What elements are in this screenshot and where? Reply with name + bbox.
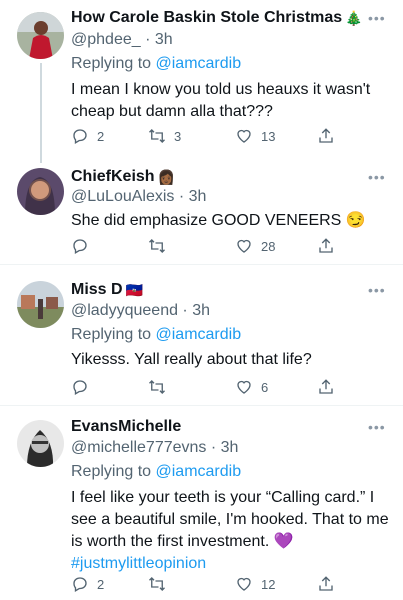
tweet-actions: 2 12 [71,572,371,596]
tweet-text: Yikesss. Yall really about that life? [71,351,312,368]
retweet-icon [149,239,165,253]
handle-timestamp[interactable]: @ladyyqueend · 3h [71,302,210,320]
display-name[interactable]: Miss D [71,281,123,299]
like-button[interactable]: 12 [235,572,275,596]
like-count: 28 [261,238,276,254]
like-count: 12 [261,576,276,592]
display-name[interactable]: How Carole Baskin Stole Christmas [71,9,342,27]
display-name[interactable]: EvansMichelle [71,418,181,436]
share-button[interactable] [317,234,335,258]
tweet-3[interactable]: Miss D 🇭🇹 ••• @ladyyqueend · 3h Replying… [0,265,403,405]
display-name[interactable]: ChiefKeish [71,168,155,186]
tweet-text: I feel like your teeth is your “Calling … [71,489,389,550]
purple-heart-emoji: 💜 [273,533,294,550]
reply-button[interactable]: 2 [71,572,104,596]
tweet-1[interactable]: How Carole Baskin Stole Christmas 🎄 ••• … [0,0,403,160]
reply-count: 2 [97,128,105,144]
share-icon [319,128,333,143]
like-count: 13 [261,128,276,144]
tweet-text-row: She did emphasize GOOD VENEERS 😏 [71,210,391,232]
christmas-tree-emoji: 🎄 [345,9,363,26]
heart-icon [237,577,251,591]
heart-icon [237,380,251,394]
like-count: 6 [261,379,269,395]
replying-to: Replying to @iamcardib [71,55,241,73]
retweet-icon [149,129,165,143]
replying-prefix: Replying to [71,326,156,343]
retweet-button[interactable] [148,234,174,258]
tweet-2[interactable]: ChiefKeish 👩🏾 ••• @LuLouAlexis · 3h She … [0,160,403,264]
tweet-actions: 2 3 13 [71,124,371,148]
mention-link[interactable]: @iamcardib [156,326,242,343]
reply-button[interactable] [71,375,97,399]
replying-to: Replying to @iamcardib [71,326,241,344]
retweet-icon [149,380,165,394]
retweet-button[interactable]: 3 [148,124,181,148]
handle-timestamp[interactable]: @LuLouAlexis · 3h [71,188,206,206]
heart-icon [237,129,251,143]
share-button[interactable] [317,572,335,596]
retweet-button[interactable] [148,375,174,399]
hashtag-link[interactable]: #justmylittleopinion [71,555,206,572]
share-button[interactable] [317,375,335,399]
retweet-button[interactable] [148,572,174,596]
avatar[interactable] [17,12,64,59]
avatar[interactable] [17,168,64,215]
avatar[interactable] [17,420,64,467]
share-icon [319,238,333,253]
woman-emoji: 👩🏾 [157,168,176,185]
tweet-text: I mean I know you told us heauxs it wasn… [71,81,371,120]
replying-to: Replying to @iamcardib [71,463,241,481]
like-button[interactable]: 28 [235,234,275,258]
tweet-4[interactable]: EvansMichelle ••• @michelle777evns · 3h … [0,406,403,600]
reply-button[interactable] [71,234,97,258]
reply-count: 2 [97,576,105,592]
tweet-actions: 28 [71,234,371,258]
handle-timestamp[interactable]: @phdee_ · 3h [71,31,173,49]
share-icon [319,576,333,591]
tweet-actions: 6 [71,375,371,399]
haiti-flag-emoji: 🇭🇹 [125,281,144,298]
more-options-icon[interactable]: ••• [368,419,386,435]
smirk-emoji: 😏 [345,212,366,229]
reply-button[interactable]: 2 [71,124,104,148]
share-icon [319,379,333,394]
avatar[interactable] [17,281,64,328]
like-button[interactable]: 6 [235,375,268,399]
retweet-count: 3 [174,128,182,144]
reply-icon [73,577,87,592]
reply-icon [73,239,87,254]
more-options-icon[interactable]: ••• [368,282,386,298]
tweet-text-block: I feel like your teeth is your “Calling … [71,487,393,575]
mention-link[interactable]: @iamcardib [156,55,242,72]
like-button[interactable]: 13 [235,124,275,148]
mention-link[interactable]: @iamcardib [156,463,242,480]
reply-icon [73,129,87,144]
replying-prefix: Replying to [71,463,156,480]
more-options-icon[interactable]: ••• [368,169,386,185]
retweet-icon [149,577,165,591]
reply-icon [73,380,87,395]
tweet-text: She did emphasize GOOD VENEERS [71,212,342,229]
replying-prefix: Replying to [71,55,156,72]
share-button[interactable] [317,124,335,148]
more-options-icon[interactable]: ••• [368,10,386,26]
heart-icon [237,239,251,253]
handle-timestamp[interactable]: @michelle777evns · 3h [71,439,238,457]
